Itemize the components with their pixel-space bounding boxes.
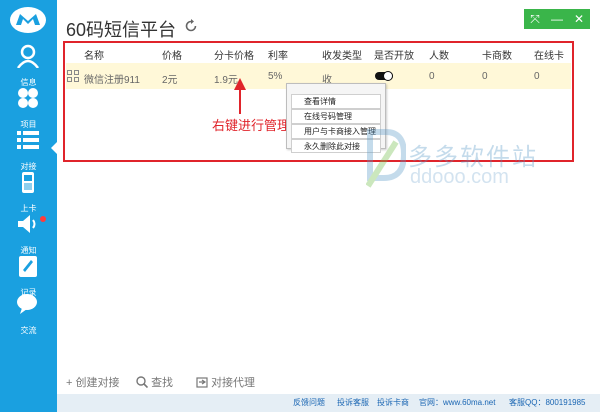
- nav-project[interactable]: 项目: [0, 84, 57, 132]
- search-button[interactable]: 查找: [136, 374, 173, 390]
- footer-qq: 客服QQ：800191985: [509, 398, 586, 407]
- footer-website[interactable]: 官网：www.60ma.net: [419, 397, 495, 408]
- list-icon: [17, 131, 39, 149]
- grid-icon: [67, 70, 79, 82]
- create-connect-button[interactable]: + 创建对接: [66, 374, 119, 390]
- col-price: 价格: [162, 51, 182, 62]
- col-name: 名称: [84, 51, 104, 62]
- cell-rate: 5%: [268, 71, 283, 82]
- agent-button[interactable]: 对接代理: [196, 374, 255, 390]
- sidebar: 信息 项目 对接 上卡 通知 记录 交流: [0, 0, 57, 412]
- notebook-icon: [19, 256, 37, 277]
- footer-feedback[interactable]: 反馈问题: [293, 397, 325, 408]
- col-type: 收发类型: [322, 51, 362, 62]
- cell-online-cards: 0: [534, 71, 540, 82]
- page-title: 60码短信平台: [66, 20, 177, 40]
- phone-icon: [22, 172, 34, 193]
- user-icon: [16, 44, 40, 68]
- col-open: 是否开放: [374, 51, 414, 62]
- app-logo-icon: [10, 7, 46, 33]
- watermark-logo-icon: [366, 129, 406, 188]
- nav-notice[interactable]: 通知: [0, 210, 57, 258]
- menu-number-manage[interactable]: 在线号码管理: [291, 109, 381, 124]
- footer: 反馈问题 投诉客服 投诉卡商 官网：www.60ma.net 客服QQ：8001…: [57, 394, 600, 412]
- nav-connect[interactable]: 对接: [0, 126, 57, 174]
- arrow-icon: [234, 78, 246, 114]
- chat-icon: [17, 294, 37, 314]
- col-people: 人数: [429, 51, 449, 62]
- open-toggle[interactable]: [375, 71, 393, 81]
- annotation-text: 右键进行管理: [212, 118, 291, 133]
- cell-price: 2元: [162, 75, 178, 86]
- nav-chat-label: 交流: [20, 326, 37, 335]
- refresh-icon[interactable]: [184, 19, 198, 33]
- notification-dot: [40, 216, 46, 222]
- clover-icon: [18, 88, 38, 108]
- col-merchants: 卡商数: [482, 51, 512, 62]
- search-label: 查找: [151, 377, 174, 389]
- footer-complain-service[interactable]: 投诉客服: [337, 397, 369, 408]
- speaker-icon: [18, 215, 36, 233]
- minimize-icon[interactable]: —: [546, 9, 568, 29]
- nav-card[interactable]: 上卡: [0, 168, 57, 216]
- search-icon: [136, 376, 149, 389]
- col-split-price: 分卡价格: [214, 51, 254, 62]
- agent-icon: [196, 377, 208, 388]
- table-header: 名称 价格 分卡价格 利率 收发类型 是否开放 人数 卡商数 在线卡数: [66, 45, 571, 77]
- nav-info[interactable]: 信息: [0, 42, 57, 90]
- close-icon[interactable]: ✕: [568, 9, 590, 29]
- restore-icon[interactable]: ⤧: [524, 9, 546, 29]
- watermark-url: ddooo.com: [410, 166, 509, 188]
- footer-complain-merchant[interactable]: 投诉卡商: [377, 397, 409, 408]
- cell-merchants: 0: [482, 71, 488, 82]
- agent-label: 对接代理: [211, 377, 256, 389]
- col-rate: 利率: [268, 51, 288, 62]
- cell-name: 微信注册911: [84, 75, 140, 86]
- cell-people: 0: [429, 71, 435, 82]
- nav-chat[interactable]: 交流: [0, 290, 57, 338]
- menu-view-details[interactable]: 查看详情: [291, 94, 381, 109]
- window-controls: ⤧ — ✕: [524, 9, 590, 29]
